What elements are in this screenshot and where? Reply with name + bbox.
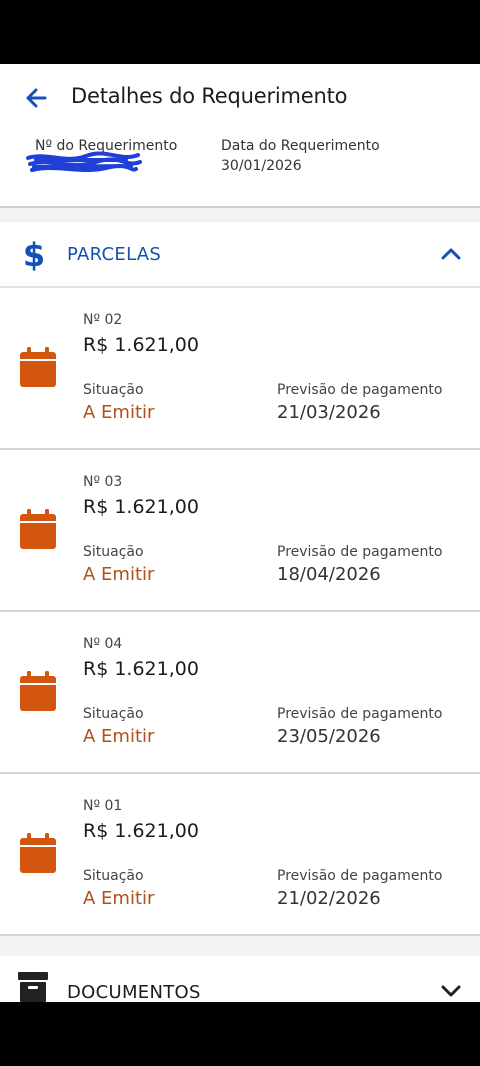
dollar-icon: $ xyxy=(23,237,45,271)
status-label: Situação xyxy=(83,868,144,884)
parcelas-list: Nº 02 R$ 1.621,00 Situação A Emitir Prev… xyxy=(0,286,480,936)
status-label: Situação xyxy=(83,382,144,398)
parcel-amount: R$ 1.621,00 xyxy=(83,820,199,842)
payment-forecast-date: 21/02/2026 xyxy=(277,888,381,909)
back-button[interactable] xyxy=(20,82,52,114)
status-value: A Emitir xyxy=(83,564,155,585)
calendar-icon xyxy=(20,671,56,711)
parcel-number: Nº 02 xyxy=(83,312,123,328)
payment-forecast-date: 23/05/2026 xyxy=(277,726,381,747)
page-title: Detalhes do Requerimento xyxy=(71,84,348,108)
status-value: A Emitir xyxy=(83,888,155,909)
parcel-amount: R$ 1.621,00 xyxy=(83,334,199,356)
parcel-number: Nº 04 xyxy=(83,636,123,652)
svg-text:$: $ xyxy=(23,237,45,271)
chevron-up-icon[interactable] xyxy=(440,244,462,264)
parcel-item[interactable]: Nº 01 R$ 1.621,00 Situação A Emitir Prev… xyxy=(0,774,480,936)
request-date-label: Data do Requerimento xyxy=(221,138,380,154)
parcelas-section-label: PARCELAS xyxy=(67,244,162,265)
payment-forecast-label: Previsão de pagamento xyxy=(277,544,443,560)
calendar-icon xyxy=(20,833,56,873)
app-screen: Detalhes do Requerimento Nº do Requerime… xyxy=(0,64,480,1002)
redaction-scribble xyxy=(26,151,142,172)
payment-forecast-label: Previsão de pagamento xyxy=(277,868,443,884)
parcel-item[interactable]: Nº 03 R$ 1.621,00 Situação A Emitir Prev… xyxy=(0,450,480,612)
status-label: Situação xyxy=(83,544,144,560)
status-value: A Emitir xyxy=(83,726,155,747)
status-value: A Emitir xyxy=(83,402,155,423)
parcelas-section-header[interactable]: $ PARCELAS xyxy=(0,222,480,286)
archive-box-icon xyxy=(18,972,48,1002)
calendar-icon xyxy=(20,347,56,387)
header: Detalhes do Requerimento Nº do Requerime… xyxy=(0,64,480,208)
payment-forecast-date: 18/04/2026 xyxy=(277,564,381,585)
arrow-left-icon xyxy=(26,88,47,108)
documentos-section-header[interactable]: DOCUMENTOS xyxy=(0,956,480,1002)
parcel-number: Nº 01 xyxy=(83,798,123,814)
chevron-down-icon[interactable] xyxy=(440,980,462,1000)
parcel-number: Nº 03 xyxy=(83,474,123,490)
status-label: Situação xyxy=(83,706,144,722)
documentos-section-label: DOCUMENTOS xyxy=(67,982,201,1002)
parcel-item[interactable]: Nº 04 R$ 1.621,00 Situação A Emitir Prev… xyxy=(0,612,480,774)
parcel-amount: R$ 1.621,00 xyxy=(83,496,199,518)
payment-forecast-label: Previsão de pagamento xyxy=(277,382,443,398)
payment-forecast-label: Previsão de pagamento xyxy=(277,706,443,722)
calendar-icon xyxy=(20,509,56,549)
payment-forecast-date: 21/03/2026 xyxy=(277,402,381,423)
parcel-amount: R$ 1.621,00 xyxy=(83,658,199,680)
request-date: 30/01/2026 xyxy=(221,158,302,174)
parcel-item[interactable]: Nº 02 R$ 1.621,00 Situação A Emitir Prev… xyxy=(0,286,480,450)
